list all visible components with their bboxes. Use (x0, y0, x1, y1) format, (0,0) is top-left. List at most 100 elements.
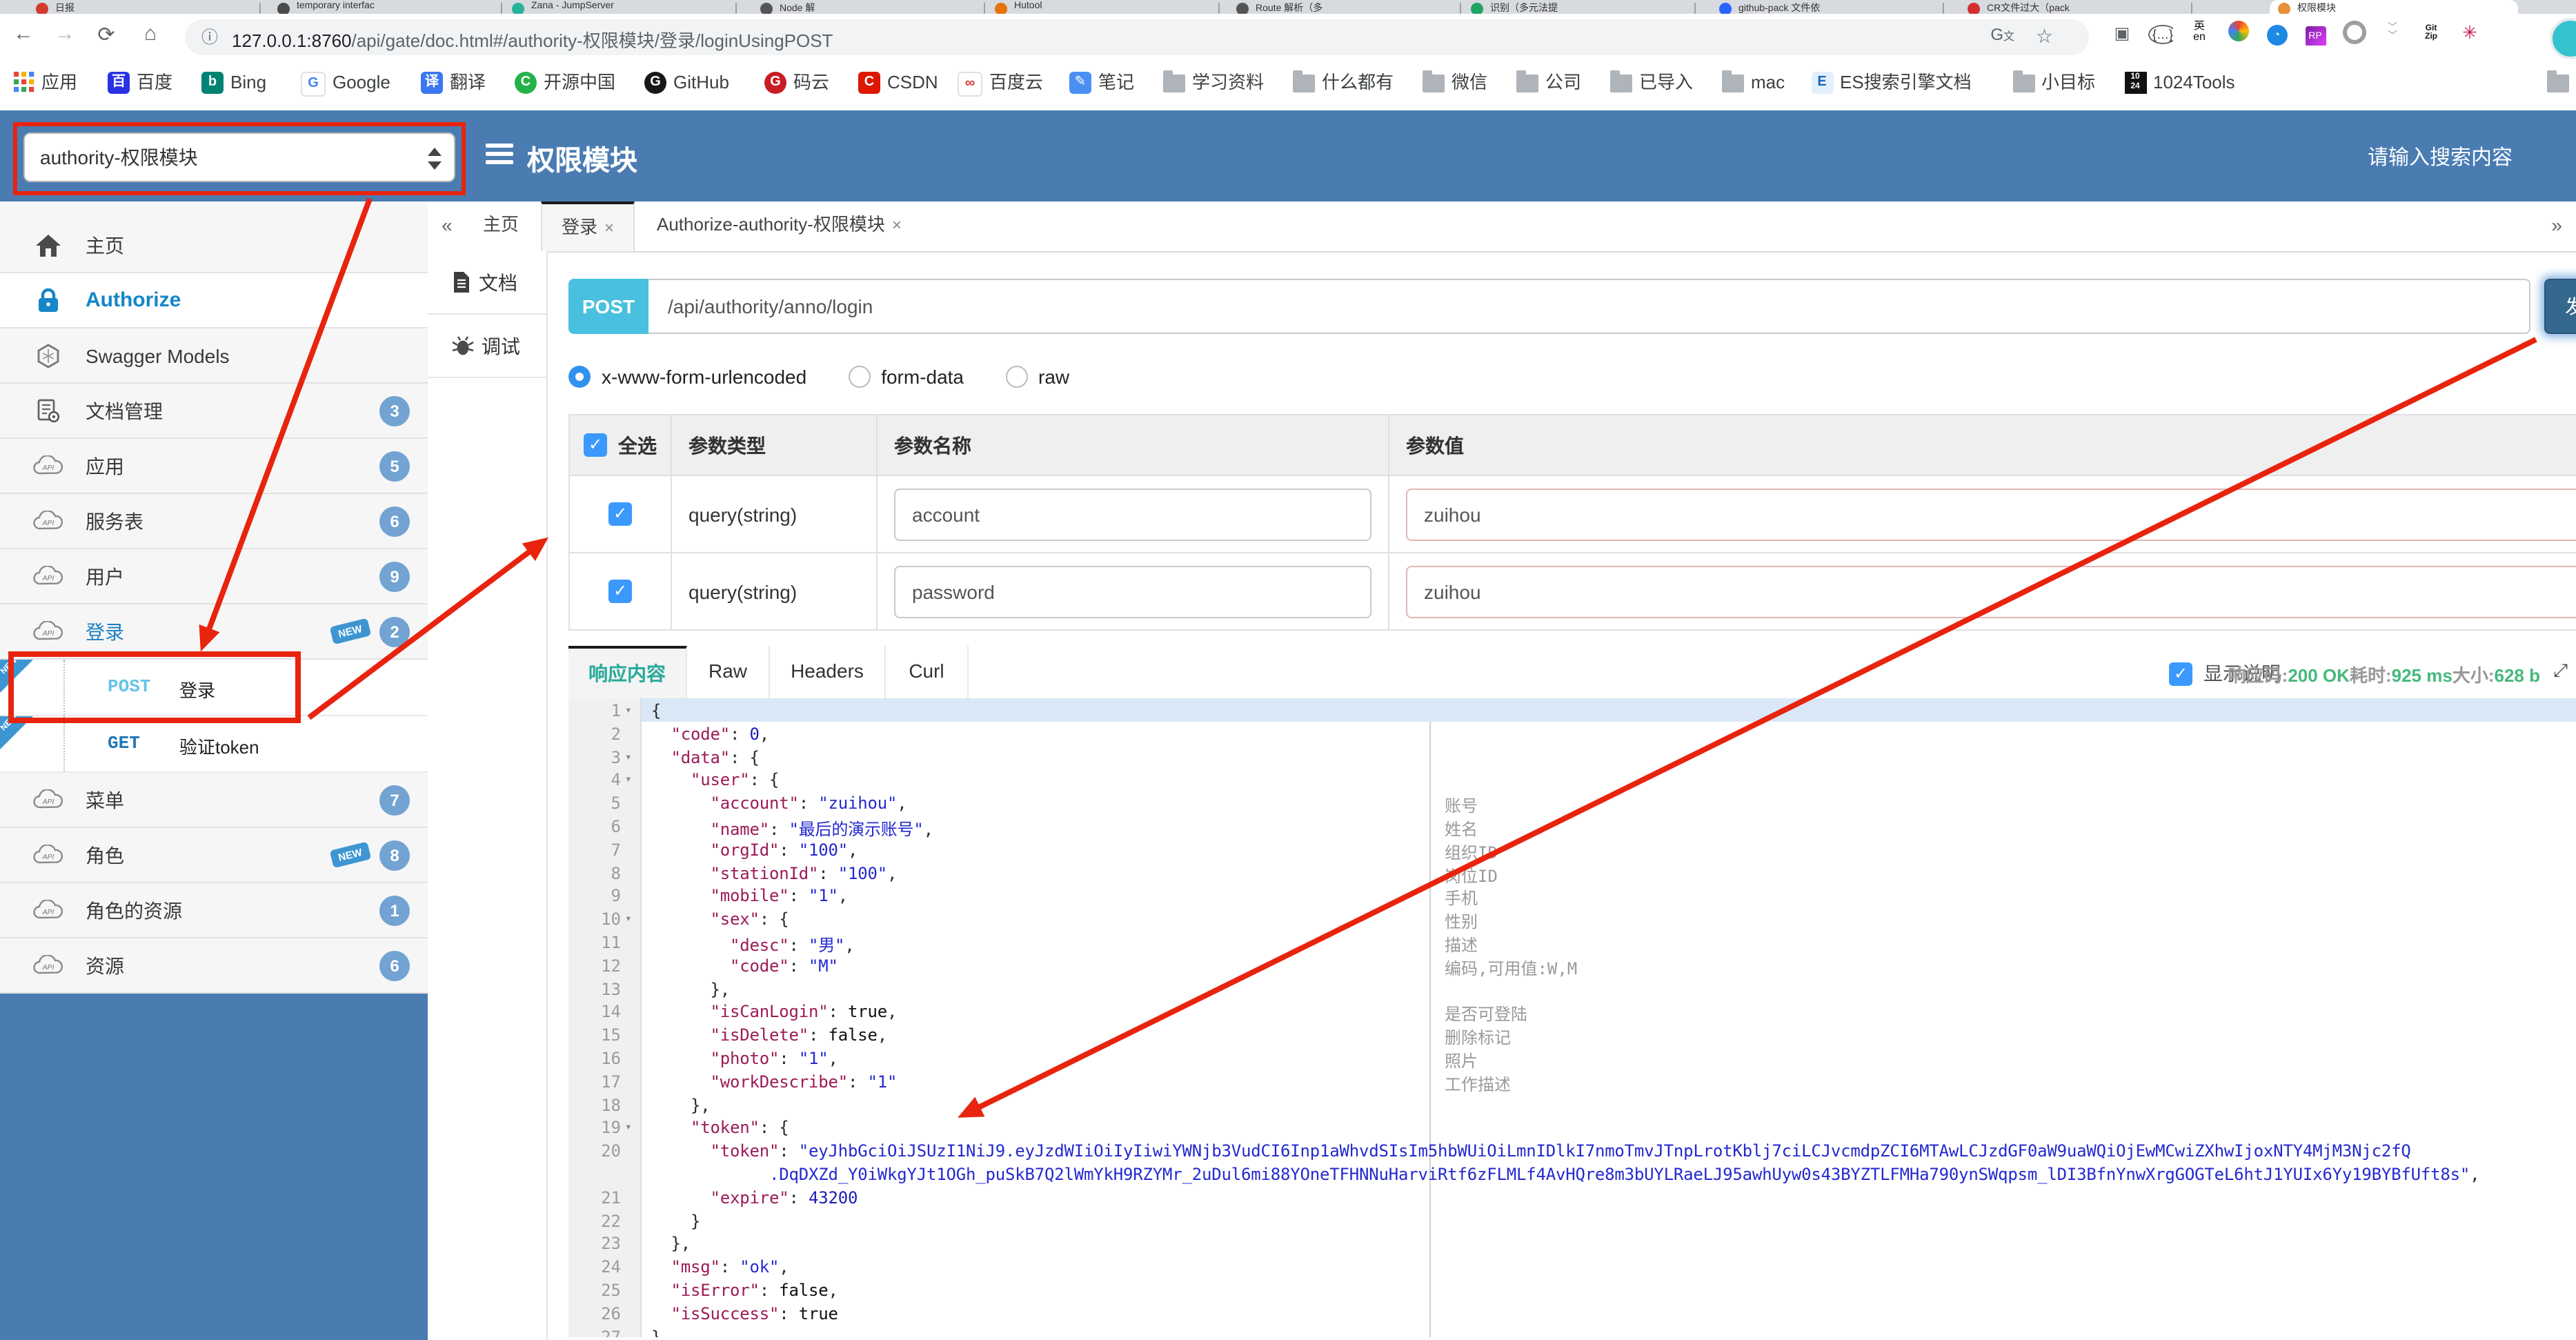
fold-marker[interactable]: ▾ (625, 912, 632, 925)
bookmark-item[interactable]: 公司 (1516, 70, 1581, 99)
row-checkbox[interactable]: ✓ (608, 580, 632, 603)
back-button[interactable]: ← (8, 22, 39, 46)
color-wheel-extension-icon[interactable] (2226, 21, 2250, 46)
forward-button[interactable]: → (50, 22, 80, 46)
browser-tab[interactable]: Hutool (987, 0, 1221, 14)
profile-avatar[interactable] (2550, 18, 2576, 59)
content-tab-主页[interactable]: 主页 (464, 201, 538, 251)
send-button[interactable]: 发送 (2544, 279, 2576, 334)
bookmark-star-icon[interactable]: ☆ (2036, 25, 2053, 48)
bookmark-item[interactable]: C 开源中国 (515, 72, 615, 99)
param-name-input[interactable]: password (894, 565, 1371, 618)
translate-icon[interactable]: G文 (1990, 25, 2014, 44)
radio-icon[interactable] (568, 366, 591, 388)
reload-button[interactable]: ⟳ (91, 22, 121, 47)
bookmark-item[interactable]: 微信 (1423, 70, 1487, 99)
sidebar-op-post-登录[interactable]: NEW POST 登录 (0, 657, 428, 716)
close-tab-icon[interactable]: × (892, 215, 902, 235)
fold-marker[interactable]: ▾ (625, 1121, 632, 1134)
rp-extension-icon[interactable]: RP (2303, 21, 2328, 46)
show-desc-checkbox[interactable]: ✓ (2169, 662, 2192, 685)
body-type-radio-x-www-form-urlencoded[interactable]: x-www-form-urlencoded (568, 366, 806, 388)
bookmark-item[interactable]: 什么都有 (1293, 70, 1394, 99)
bookmark-item[interactable]: 应用 (14, 72, 77, 99)
response-tab-Curl[interactable]: Curl (886, 646, 969, 698)
sidebar-item-Authorize[interactable]: Authorize (0, 273, 428, 328)
sidebar-item-应用[interactable]: API 应用 5 (0, 439, 428, 494)
module-select[interactable]: authority-权限模块 (23, 132, 455, 182)
page-info-icon[interactable]: ⓘ (201, 25, 218, 48)
radio-icon[interactable] (848, 366, 871, 388)
bookmark-item[interactable]: b Bing (201, 72, 266, 99)
menu-icon[interactable] (486, 144, 513, 166)
response-tab-Headers[interactable]: Headers (770, 646, 886, 698)
chevrons-extension-icon[interactable]: ﹀ ﹀ (2380, 21, 2405, 46)
fold-marker[interactable]: ▾ (625, 704, 632, 716)
sidebar-op-get-验证token[interactable]: NEW GET 验证token (0, 713, 428, 773)
expand-icon[interactable]: ⤢ (2553, 660, 2568, 682)
collapse-tabs-icon[interactable]: « (442, 214, 453, 236)
bookmark-item[interactable]: ∞ 百度云 (958, 72, 1043, 99)
sidebar-item-菜单[interactable]: API 菜单 7 (0, 773, 428, 828)
response-tab-Raw[interactable]: Raw (687, 646, 770, 698)
sidebar-item-用户[interactable]: API 用户 9 (0, 549, 428, 604)
body-type-radio-form-data[interactable]: form-data (848, 366, 964, 388)
header-search-input[interactable]: 请输入搜索内容 (2368, 142, 2513, 171)
bookmark-overflow-folder[interactable]: 其 (2547, 70, 2576, 99)
sidebar-item-文档管理[interactable]: 文档管理 3 (0, 384, 428, 439)
browser-tab[interactable]: temporary interfac (269, 0, 504, 14)
fold-marker[interactable]: ▾ (625, 774, 632, 786)
param-value-input[interactable]: zuihou (1406, 488, 2576, 540)
home-button[interactable]: ⌂ (135, 22, 166, 46)
row-checkbox[interactable]: ✓ (608, 502, 632, 526)
ring-extension-icon[interactable] (2341, 21, 2366, 46)
bookmark-item[interactable]: 学习资料 (1163, 70, 1264, 99)
content-tab-登录[interactable]: 登录 × (541, 201, 635, 251)
browser-tab[interactable]: github-pack 文件依 (1711, 0, 1945, 14)
sidebar-item-资源[interactable]: API 资源 6 (0, 938, 428, 994)
bookmark-item[interactable]: 百百度 (108, 72, 172, 99)
api-path-input[interactable]: /api/authority/anno/login (648, 279, 2530, 334)
bookmark-item[interactable]: E ES搜索引擎文档 (1811, 72, 1972, 99)
globe-extension-icon[interactable]: ◔ (2264, 21, 2289, 46)
bookmark-item[interactable]: G 码云 (764, 72, 829, 99)
browser-tab[interactable]: Node 解 (752, 0, 987, 14)
sidebar-item-主页[interactable]: 主页 (0, 218, 428, 273)
address-bar[interactable]: ⓘ 127.0.0.1:8760/api/gate/doc.html#/auth… (185, 19, 2089, 55)
browser-tab[interactable]: Zana - JumpServer (504, 0, 738, 14)
sidebar-item-Swagger Models[interactable]: Swagger Models (0, 328, 428, 384)
bookmark-item[interactable]: ✎ 笔记 (1069, 72, 1134, 99)
content-tab-Authorize-authority-权限模块[interactable]: Authorize-authority-权限模块 × (637, 201, 921, 251)
close-tab-icon[interactable]: × (604, 218, 614, 237)
browser-tab[interactable]: Route 解析（多 (1228, 0, 1463, 14)
param-value-input[interactable]: zuihou (1406, 565, 2576, 618)
browser-tab[interactable]: CR文件过大（pack (1959, 0, 2194, 14)
browser-tab[interactable]: 识别（多元法提 (1463, 0, 1697, 14)
en-translate-extension-icon[interactable]: 英 en (2187, 21, 2212, 46)
param-name-input[interactable]: account (894, 488, 1371, 540)
bookmark-item[interactable]: 译翻译 (421, 72, 486, 99)
doc-nav-文档[interactable]: 文档 (428, 251, 546, 315)
bookmark-item[interactable]: 已导入 (1610, 70, 1693, 99)
doc-nav-调试[interactable]: 调试 (428, 315, 546, 378)
bookmark-item[interactable]: mac (1722, 70, 1785, 99)
bookmark-item[interactable]: G GitHub (644, 72, 729, 99)
bookmark-item[interactable]: 小目标 (2012, 70, 2095, 99)
bookmark-item[interactable]: G Google (301, 72, 390, 99)
response-tab-响应内容[interactable]: 响应内容 (568, 646, 687, 698)
more-tabs-icon[interactable]: » (2551, 214, 2562, 236)
asterisk-extension-icon[interactable]: ✳ (2457, 21, 2482, 46)
browser-tab[interactable]: 权限模块 (2270, 0, 2518, 14)
select-all-checkbox[interactable]: ✓ (584, 433, 607, 457)
sidebar-item-登录[interactable]: API 登录 NEW 2 (0, 604, 428, 660)
code-braces-extension-icon[interactable]: {…} (2148, 21, 2173, 46)
sidebar-item-服务表[interactable]: API 服务表 6 (0, 494, 428, 549)
sidebar-item-角色[interactable]: API 角色 NEW 8 (0, 828, 428, 883)
fold-marker[interactable]: ▾ (625, 750, 632, 762)
reader-extension-icon[interactable]: ▣ (2110, 21, 2134, 46)
browser-tab[interactable]: 日报 (28, 0, 262, 14)
bookmark-item[interactable]: C CSDN (858, 72, 938, 99)
sidebar-item-角色的资源[interactable]: API 角色的资源 1 (0, 883, 428, 938)
bookmark-item[interactable]: 10 24 1024Tools (2124, 72, 2235, 99)
gitzip-extension-icon[interactable]: Git Zip (2419, 21, 2444, 46)
